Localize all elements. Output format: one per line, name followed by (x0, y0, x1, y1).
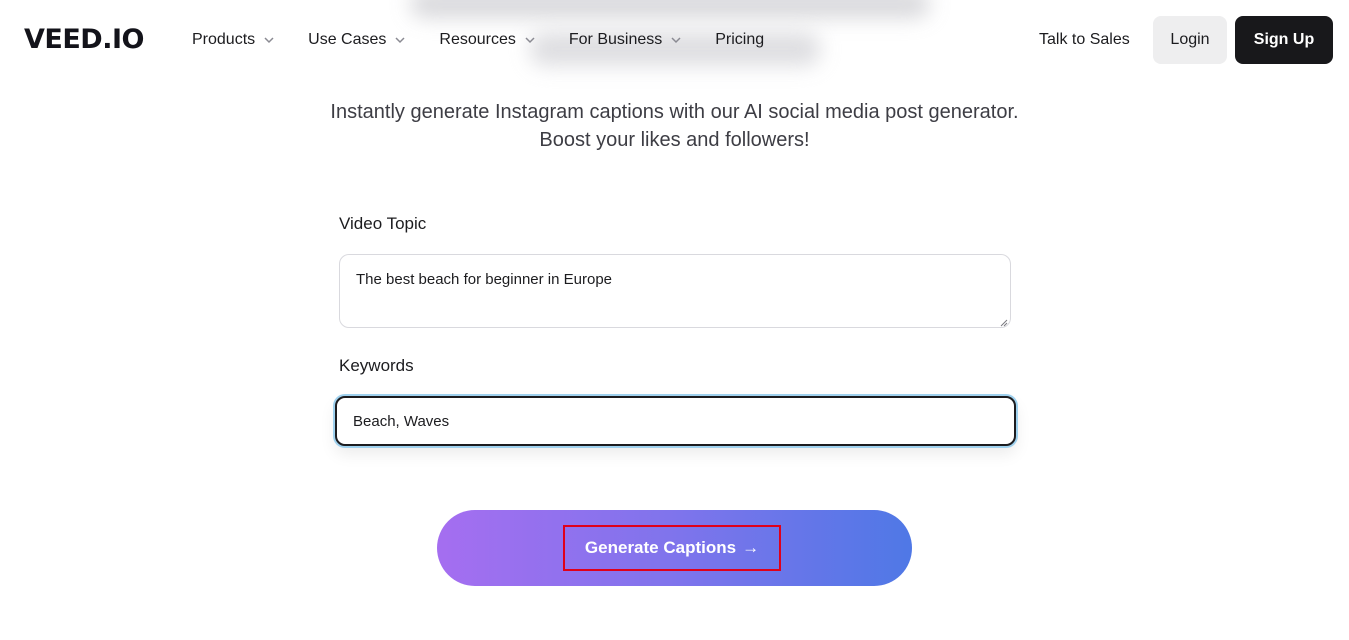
generate-captions-button[interactable] (437, 510, 912, 586)
talk-to-sales-link[interactable]: Talk to Sales (1039, 29, 1130, 51)
chevron-down-icon (263, 34, 275, 46)
nav-use-cases[interactable]: Use Cases (308, 28, 406, 52)
login-button[interactable]: Login (1153, 16, 1227, 64)
nav-resources[interactable]: Resources (439, 28, 535, 52)
nav-use-cases-label: Use Cases (308, 31, 387, 48)
video-topic-label: Video Topic (339, 214, 427, 233)
main-nav: Products Use Cases Resources For Busines… (192, 28, 797, 52)
nav-products-label: Products (192, 31, 256, 48)
resize-grip-icon[interactable] (998, 314, 1008, 327)
signup-button[interactable]: Sign Up (1235, 16, 1333, 64)
subtitle-line-1: Instantly generate Instagram captions wi… (330, 101, 1019, 123)
nav-pricing[interactable]: Pricing (715, 28, 764, 52)
nav-for-business[interactable]: For Business (569, 28, 682, 52)
subtitle-line-2: Boost your likes and followers! (539, 129, 810, 151)
nav-resources-label: Resources (439, 31, 516, 48)
chevron-down-icon (394, 34, 406, 46)
chevron-down-icon (670, 34, 682, 46)
keywords-label: Keywords (339, 356, 414, 375)
veed-logo[interactable]: VEED.IO (24, 24, 144, 56)
video-topic-textarea[interactable]: The best beach for beginner in Europe (339, 254, 1011, 328)
page-subtitle: Instantly generate Instagram captions wi… (0, 98, 1349, 154)
nav-pricing-label: Pricing (715, 31, 765, 48)
nav-products[interactable]: Products (192, 28, 275, 52)
site-header: VEED.IO Products Use Cases Resources For… (0, 0, 1349, 80)
chevron-down-icon (524, 34, 536, 46)
keywords-input[interactable] (335, 396, 1016, 446)
nav-for-business-label: For Business (568, 31, 663, 48)
